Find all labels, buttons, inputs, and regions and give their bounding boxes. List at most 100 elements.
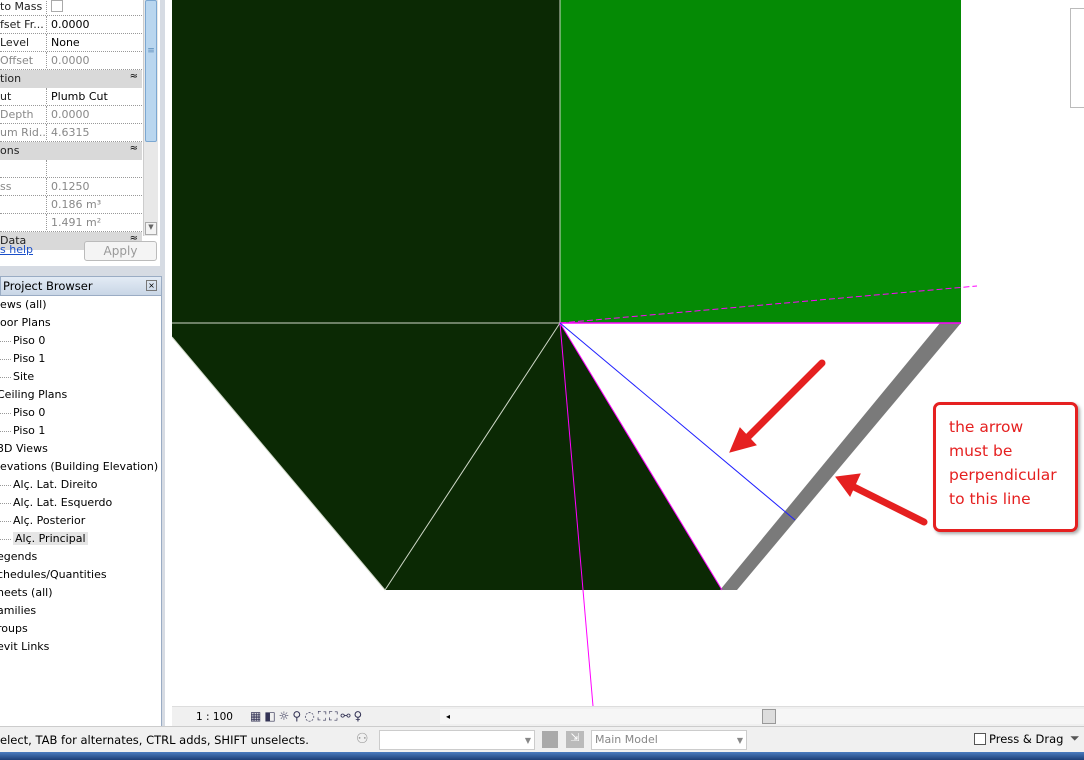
property-row: 1.491 m² (0, 214, 142, 232)
tree-item[interactable]: Ceiling Plans (0, 388, 67, 401)
property-section[interactable]: tion ≈ (0, 70, 142, 88)
property-value[interactable]: 0.0000 (46, 52, 142, 69)
scrollbar-thumb[interactable]: ≡ (145, 0, 157, 142)
tree-item[interactable]: Piso 0 (13, 334, 45, 347)
property-value[interactable]: Plumb Cut (46, 88, 142, 105)
tree-item[interactable]: Piso 1 (13, 352, 45, 365)
property-value[interactable]: 0.1250 (46, 178, 142, 195)
property-label (0, 160, 45, 162)
apply-button[interactable]: Apply (84, 241, 157, 261)
tree-connector (0, 485, 11, 486)
property-row: Offset 0.0000 (0, 52, 142, 70)
collapse-icon[interactable]: ≈ (130, 143, 138, 154)
property-label (0, 196, 45, 198)
property-section[interactable]: ons ≈ (0, 142, 142, 160)
tree-connector (0, 539, 11, 540)
property-value[interactable]: 4.6315 (46, 124, 142, 141)
tree-connector (0, 359, 11, 360)
property-label: ons (0, 144, 20, 157)
property-value[interactable]: None (46, 34, 142, 51)
tree-item[interactable]: 3D Views (0, 442, 48, 455)
property-row (0, 160, 142, 178)
callout-line: to this line (949, 490, 1031, 508)
press-drag-checkbox[interactable]: Press & Drag (974, 732, 1063, 746)
property-row: ut Plumb Cut (0, 88, 142, 106)
property-label: Offset (0, 54, 34, 67)
tree-item[interactable]: evit Links (0, 640, 49, 653)
tree-item[interactable]: egends (0, 550, 37, 563)
red-arrow (835, 473, 928, 526)
tree-item[interactable]: heets (all) (0, 586, 52, 599)
property-value[interactable]: 0.186 m³ (46, 196, 142, 213)
tree-item[interactable]: amilies (0, 604, 36, 617)
collapse-icon[interactable]: ≈ (130, 71, 138, 82)
property-label: fset Fr... (0, 18, 44, 31)
view-control-bar: 1 : 100 ▦◧☼⚲◌⛶⛶⚯♀ ◂ (172, 706, 1084, 726)
project-browser-tree: iews (all) loor Plans Piso 0 Piso 1 Site Ceil… (0, 296, 162, 726)
left-panel: to Mass fset Fr... 0.0000 Level None Offset 0.… (0, 0, 165, 726)
tree-item[interactable]: Piso 1 (13, 424, 45, 437)
property-value[interactable]: 0.0000 (46, 16, 142, 33)
tree-connector (0, 431, 11, 432)
annotation-callout: the arrow must be perpendicular to this … (933, 402, 1078, 532)
workset-dropdown[interactable]: ▼ (379, 730, 535, 750)
property-label: Depth (0, 108, 34, 121)
callout-line: must be (949, 442, 1013, 460)
callout-line: perpendicular (949, 466, 1057, 484)
drawing-canvas[interactable] (171, 0, 1084, 707)
tree-item[interactable]: Alç. Posterior (13, 514, 85, 527)
close-icon[interactable]: × (146, 280, 157, 291)
property-label (0, 214, 45, 216)
navigation-wheel[interactable] (1070, 8, 1084, 108)
tree-item[interactable]: Alç. Lat. Direito (13, 478, 97, 491)
tree-item[interactable]: Piso 0 (13, 406, 45, 419)
scroll-down-button[interactable]: ▼ (145, 222, 157, 235)
design-option-dropdown[interactable]: Main Model ▼ (591, 730, 747, 750)
property-row: to Mass (0, 0, 142, 16)
property-row: 0.186 m³ (0, 196, 142, 214)
tree-item[interactable]: Alç. Lat. Esquerdo (13, 496, 112, 509)
properties-palette: to Mass fset Fr... 0.0000 Level None Offset 0.… (0, 0, 160, 266)
property-label: ss (0, 180, 12, 193)
view-control-icons[interactable]: ▦◧☼⚲◌⛶⛶⚯♀ (250, 709, 365, 724)
property-label: um Rid... (0, 126, 45, 139)
status-text: elect, TAB for alternates, CTRL adds, SH… (0, 733, 309, 747)
tree-item[interactable]: Site (13, 370, 34, 383)
property-row: ss 0.1250 (0, 178, 142, 196)
tree-item[interactable]: iews (all) (0, 298, 46, 311)
property-row: Level None (0, 34, 142, 52)
callout-line: the arrow (949, 418, 1024, 436)
property-label: tion (0, 72, 22, 85)
properties-help-link[interactable]: s help (0, 243, 33, 256)
project-browser-title: Project Browser (3, 279, 93, 293)
design-options-icon[interactable] (542, 731, 558, 748)
property-label: to Mass (0, 0, 43, 13)
property-value[interactable]: 0.0000 (46, 106, 142, 123)
properties-scrollbar[interactable]: ≡ ▼ (143, 0, 158, 236)
dark-roof-face (172, 323, 722, 590)
exclude-options-icon[interactable]: ⇲ (566, 731, 584, 748)
property-row: Depth 0.0000 (0, 106, 142, 124)
property-row: um Rid... 4.6315 (0, 124, 142, 142)
tree-item[interactable]: Alç. Principal (13, 532, 88, 545)
scale-selector[interactable]: 1 : 100 (196, 711, 233, 723)
dark-green-wall (172, 0, 560, 323)
filter-icon[interactable]: ⏷ (1070, 731, 1080, 746)
tree-connector (0, 377, 11, 378)
worksets-icon[interactable]: ⚇ (356, 731, 369, 747)
elevation-view (171, 0, 978, 707)
tree-item[interactable]: loor Plans (0, 316, 51, 329)
scrollbar-thumb[interactable] (762, 709, 776, 724)
tree-connector (0, 413, 11, 414)
property-value[interactable]: 1.491 m² (46, 214, 142, 231)
property-checkbox[interactable] (46, 0, 142, 15)
horizontal-scrollbar[interactable]: ◂ (440, 709, 1084, 724)
property-label: ut (0, 90, 12, 103)
property-value[interactable] (46, 160, 142, 177)
tree-connector (0, 341, 11, 342)
property-row: fset Fr... 0.0000 (0, 16, 142, 34)
property-label: Level (0, 36, 30, 49)
tree-item[interactable]: levations (Building Elevation) (0, 460, 158, 473)
tree-item[interactable]: roups (0, 622, 28, 635)
tree-item[interactable]: chedules/Quantities (0, 568, 107, 581)
